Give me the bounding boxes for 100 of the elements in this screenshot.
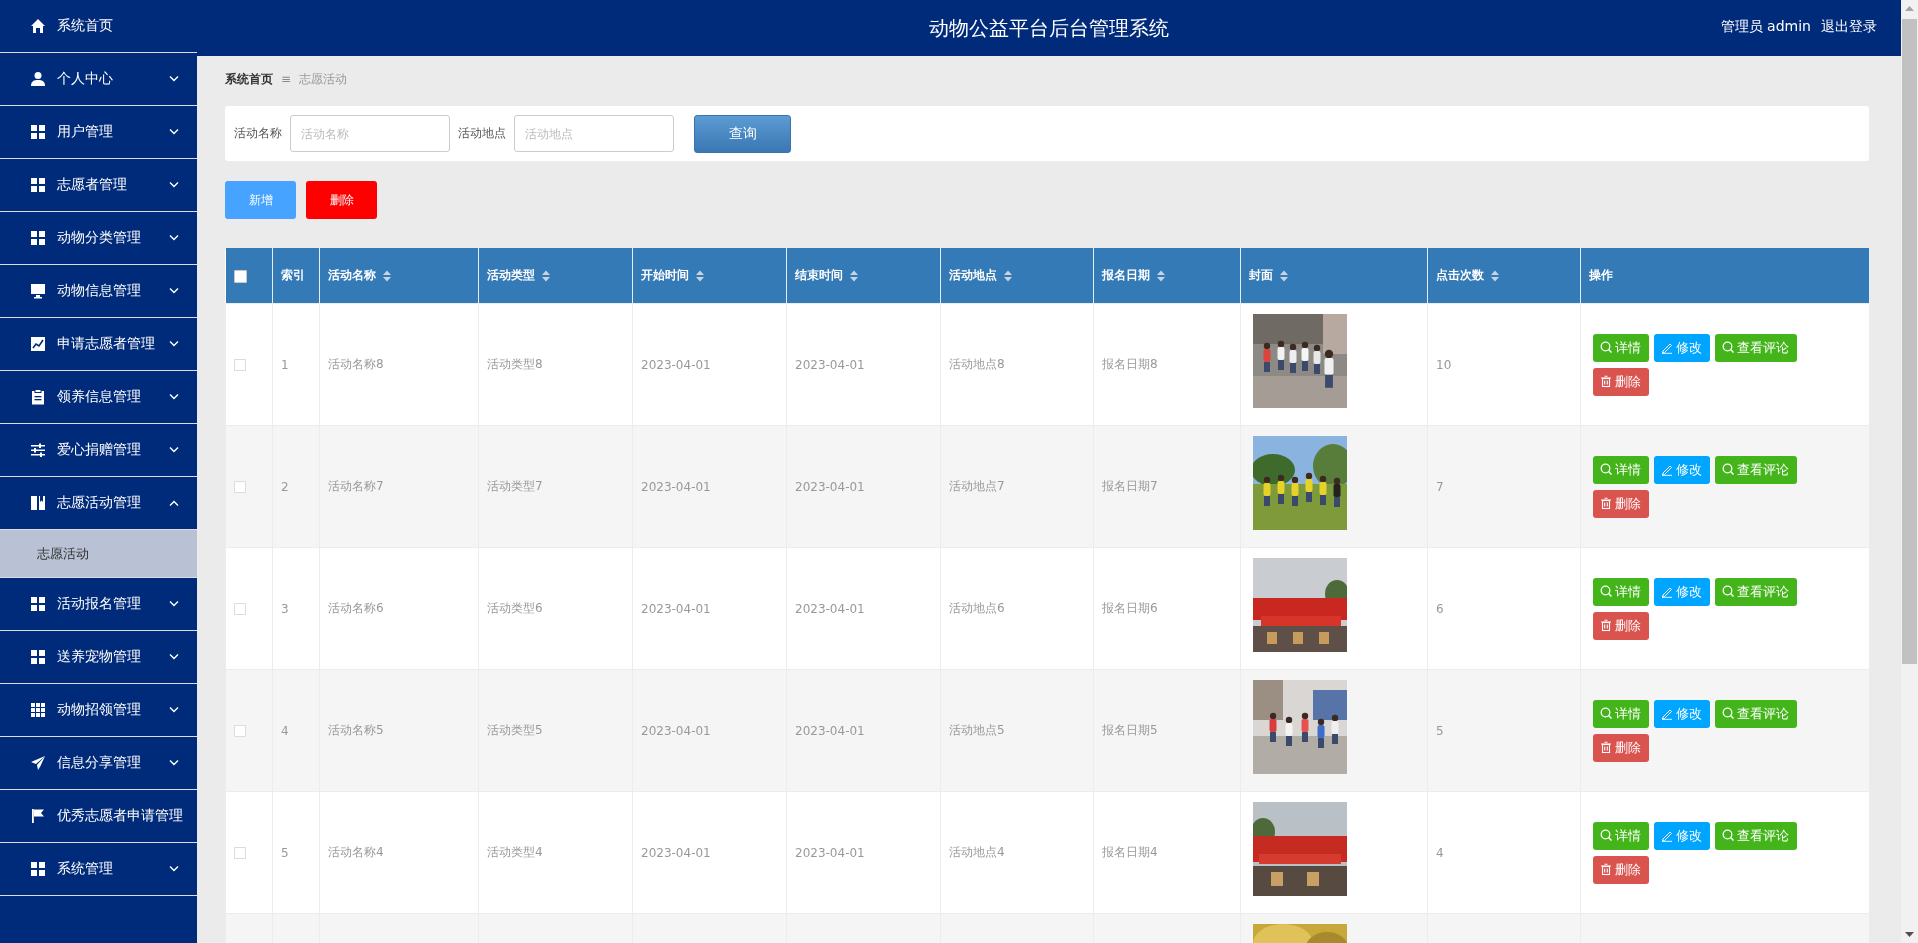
view-button[interactable]: 详情 bbox=[1593, 699, 1649, 728]
grid-icon bbox=[30, 702, 46, 718]
row-checkbox[interactable] bbox=[234, 603, 246, 615]
view-button[interactable]: 详情 bbox=[1593, 577, 1649, 606]
scrollbar-thumb[interactable] bbox=[1902, 19, 1917, 664]
table-cell: 活动地点6 bbox=[949, 601, 1005, 615]
sidebar-subitem[interactable]: 志愿活动 bbox=[0, 530, 197, 578]
magnifier-icon bbox=[1600, 585, 1612, 598]
pencil-icon bbox=[1661, 707, 1673, 720]
breadcrumb-separator: ≡ bbox=[281, 72, 292, 86]
table-cell: 活动名称8 bbox=[328, 357, 384, 371]
logout-link[interactable]: 退出登录 bbox=[1821, 18, 1877, 36]
view-button[interactable]: 详情 bbox=[1593, 333, 1649, 362]
table-cell: 2 bbox=[281, 479, 289, 494]
sidebar-item[interactable]: 个人中心 bbox=[0, 53, 197, 106]
column-header[interactable]: 结束时间 bbox=[795, 267, 843, 284]
sort-icon bbox=[1279, 268, 1289, 283]
delete-button[interactable]: 删除 bbox=[1593, 733, 1649, 762]
table-cell: 5 bbox=[1436, 723, 1444, 738]
magnifier-icon bbox=[1722, 463, 1734, 476]
sidebar-item[interactable]: 信息分享管理 bbox=[0, 737, 197, 790]
sidebar-item[interactable]: 爱心捐赠管理 bbox=[0, 424, 197, 477]
delete-button[interactable]: 删除 bbox=[306, 181, 377, 219]
row-checkbox[interactable] bbox=[234, 847, 246, 859]
delete-button[interactable]: 删除 bbox=[1593, 855, 1649, 884]
sidebar-item[interactable]: 动物信息管理 bbox=[0, 265, 197, 318]
row-checkbox[interactable] bbox=[234, 725, 246, 737]
column-header[interactable]: 活动地点 bbox=[949, 267, 997, 284]
view-button[interactable]: 详情 bbox=[1593, 455, 1649, 484]
row-checkbox[interactable] bbox=[234, 359, 246, 371]
trash-icon bbox=[1600, 375, 1612, 388]
table-cell: 报名日期6 bbox=[1102, 601, 1158, 615]
search-button[interactable]: 查询 bbox=[694, 114, 791, 153]
table-cell: 2023-04-01 bbox=[641, 357, 711, 372]
edit-button[interactable]: 修改 bbox=[1654, 699, 1710, 728]
view-button[interactable]: 查看评论 bbox=[1715, 333, 1797, 362]
field-label: 活动地点 bbox=[458, 125, 506, 142]
view-button[interactable]: 查看评论 bbox=[1715, 455, 1797, 484]
column-header[interactable]: 点击次数 bbox=[1436, 267, 1484, 284]
column-header[interactable]: 封面 bbox=[1249, 267, 1273, 284]
sidebar-item[interactable]: 领养信息管理 bbox=[0, 371, 197, 424]
column-header[interactable]: 开始时间 bbox=[641, 267, 689, 284]
sidebar-item[interactable]: 用户管理 bbox=[0, 106, 197, 159]
paper-plane-icon bbox=[30, 755, 46, 771]
sidebar-item[interactable]: 申请志愿者管理 bbox=[0, 318, 197, 371]
view-button[interactable]: 查看评论 bbox=[1715, 699, 1797, 728]
edit-button[interactable]: 修改 bbox=[1654, 821, 1710, 850]
trash-icon bbox=[1600, 619, 1612, 632]
sidebar-item[interactable]: 活动报名管理 bbox=[0, 578, 197, 631]
column-header[interactable]: 报名日期 bbox=[1102, 267, 1150, 284]
clipboard-icon bbox=[30, 389, 46, 405]
column-header[interactable]: 操作 bbox=[1589, 267, 1613, 284]
scrollbar[interactable] bbox=[1901, 0, 1918, 943]
edit-button[interactable]: 修改 bbox=[1654, 333, 1710, 362]
magnifier-icon bbox=[1722, 707, 1734, 720]
breadcrumb-link[interactable]: 系统首页 bbox=[225, 70, 273, 88]
view-button[interactable]: 详情 bbox=[1593, 821, 1649, 850]
table-cell: 报名日期4 bbox=[1102, 845, 1158, 859]
edit-button[interactable]: 修改 bbox=[1654, 455, 1710, 484]
input-field[interactable]: 活动地点 bbox=[514, 115, 674, 152]
sort-icon bbox=[1490, 268, 1500, 283]
table-cell: 2023-04-01 bbox=[795, 723, 865, 738]
magnifier-icon bbox=[1600, 829, 1612, 842]
input-field[interactable]: 活动名称 bbox=[290, 115, 450, 152]
table-cell: 4 bbox=[1436, 845, 1444, 860]
table-cell: 活动类型7 bbox=[487, 479, 543, 493]
table-cell: 10 bbox=[1436, 357, 1452, 372]
column-header[interactable]: 活动类型 bbox=[487, 267, 535, 284]
sidebar-item[interactable]: 系统管理 bbox=[0, 843, 197, 896]
delete-button[interactable]: 删除 bbox=[1593, 611, 1649, 640]
delete-button[interactable]: 删除 bbox=[1593, 367, 1649, 396]
add-button[interactable]: 新增 bbox=[225, 181, 296, 219]
select-all-checkbox[interactable] bbox=[233, 269, 247, 283]
sidebar-item[interactable]: 送养宠物管理 bbox=[0, 631, 197, 684]
pencil-icon bbox=[1661, 829, 1673, 842]
book-icon bbox=[30, 495, 46, 511]
grid-icon bbox=[30, 649, 46, 665]
table-cell: 活动类型8 bbox=[487, 357, 543, 371]
sidebar-item[interactable]: 志愿者管理 bbox=[0, 159, 197, 212]
grid-icon bbox=[30, 596, 46, 612]
sort-icon bbox=[382, 268, 392, 283]
magnifier-icon bbox=[1600, 463, 1612, 476]
sidebar-item[interactable]: 优秀志愿者申请管理 bbox=[0, 790, 197, 843]
table-cell: 活动地点7 bbox=[949, 479, 1005, 493]
view-button[interactable]: 查看评论 bbox=[1715, 821, 1797, 850]
sidebar-item[interactable]: 动物分类管理 bbox=[0, 212, 197, 265]
column-header[interactable]: 活动名称 bbox=[328, 267, 376, 284]
edit-button[interactable]: 修改 bbox=[1654, 577, 1710, 606]
delete-button[interactable]: 删除 bbox=[1593, 489, 1649, 518]
table-cell: 1 bbox=[281, 357, 289, 372]
pencil-icon bbox=[1661, 341, 1673, 354]
sort-icon bbox=[849, 268, 859, 283]
view-button[interactable]: 查看评论 bbox=[1715, 577, 1797, 606]
sidebar-item[interactable]: 动物招领管理 bbox=[0, 684, 197, 737]
chart-icon bbox=[30, 336, 46, 352]
row-checkbox[interactable] bbox=[234, 481, 246, 493]
home-icon bbox=[30, 18, 46, 34]
column-header[interactable]: 索引 bbox=[281, 267, 305, 284]
table-cell: 报名日期8 bbox=[1102, 357, 1158, 371]
table-cell: 活动类型4 bbox=[487, 845, 543, 859]
